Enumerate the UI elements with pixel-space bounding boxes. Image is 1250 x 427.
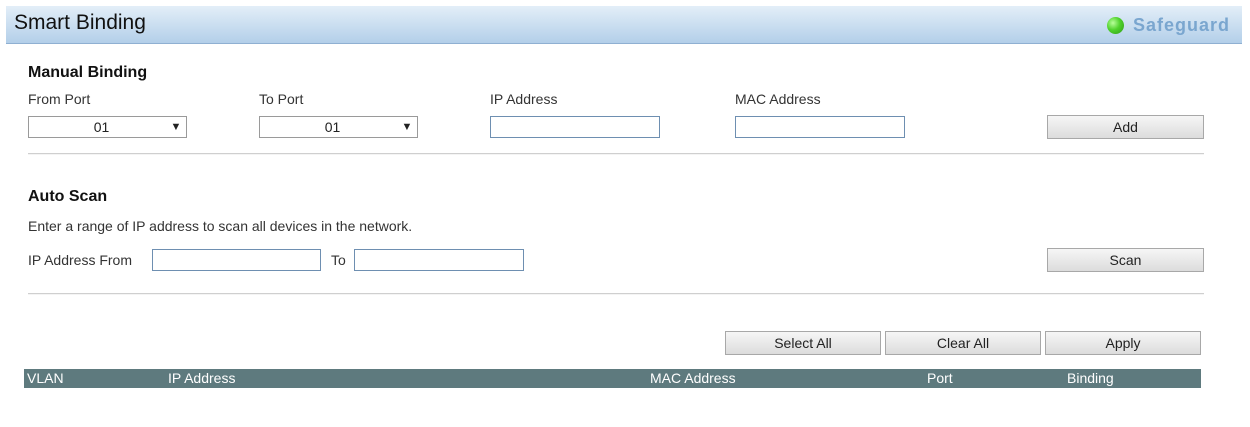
column-header-binding: Binding [1067, 370, 1114, 386]
to-port-label: To Port [259, 91, 304, 107]
column-header-ip-address: IP Address [168, 370, 236, 386]
ip-address-label: IP Address [490, 91, 558, 107]
to-port-value: 01 [324, 119, 341, 135]
add-button[interactable]: Add [1047, 115, 1204, 139]
column-header-mac-address: MAC Address [650, 370, 736, 386]
mac-address-input[interactable] [735, 116, 905, 138]
safeguard-indicator[interactable]: Safeguard [1106, 14, 1230, 36]
select-all-button[interactable]: Select All [725, 331, 881, 355]
to-port-select[interactable]: 01 ▼ [259, 116, 418, 138]
scan-button[interactable]: Scan [1047, 248, 1204, 272]
column-header-vlan: VLAN [27, 370, 64, 386]
clear-all-button[interactable]: Clear All [885, 331, 1041, 355]
ip-to-label: To [331, 252, 346, 268]
divider [28, 293, 1204, 295]
page-header: Smart Binding Safeguard [6, 6, 1242, 44]
safeguard-label: Safeguard [1132, 14, 1230, 35]
manual-binding-title: Manual Binding [28, 64, 148, 81]
page-title: Smart Binding [14, 11, 146, 34]
auto-scan-title: Auto Scan [28, 188, 108, 205]
ip-from-label: IP Address From [28, 252, 133, 268]
ip-address-input[interactable] [490, 116, 660, 138]
apply-button[interactable]: Apply [1045, 331, 1201, 355]
auto-scan-description: Enter a range of IP address to scan all … [28, 218, 413, 234]
column-header-port: Port [927, 370, 953, 386]
ip-to-input[interactable] [354, 249, 524, 271]
mac-address-label: MAC Address [735, 91, 821, 107]
binding-table-header: VLAN IP Address MAC Address Port Binding [24, 369, 1201, 388]
from-port-label: From Port [28, 91, 91, 107]
divider [28, 153, 1204, 155]
ip-from-input[interactable] [152, 249, 321, 271]
dropdown-arrow-icon: ▼ [170, 121, 182, 133]
from-port-value: 01 [93, 119, 110, 135]
from-port-select[interactable]: 01 ▼ [28, 116, 187, 138]
dropdown-arrow-icon: ▼ [401, 121, 413, 133]
status-led-icon [1106, 16, 1124, 34]
